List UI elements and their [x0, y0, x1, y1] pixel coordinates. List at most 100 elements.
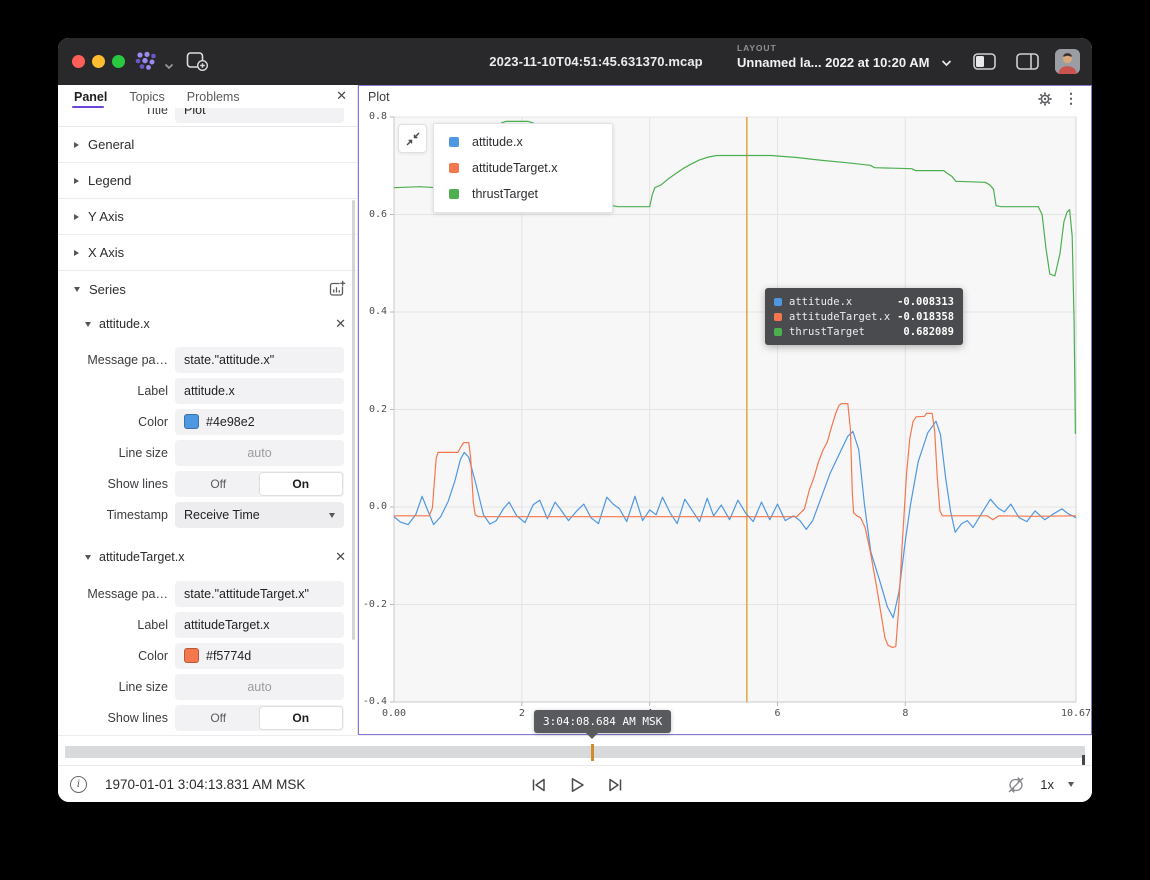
kebab-menu-icon[interactable]: ⋮ — [1064, 90, 1078, 107]
tab-problems[interactable]: Problems — [187, 90, 240, 104]
legend-item-attitude-target-x[interactable]: attitudeTarget.x — [434, 155, 612, 181]
section-y-axis[interactable]: Y Axis — [58, 199, 357, 235]
tooltip-swatch — [774, 298, 782, 306]
add-panel-icon[interactable] — [186, 51, 209, 77]
tooltip-swatch — [774, 313, 782, 321]
show-lines-off-button[interactable]: Off — [177, 707, 260, 729]
plot-legend: attitude.x attitudeTarget.x thrustTarget — [433, 123, 613, 213]
tooltip-swatch — [774, 328, 782, 336]
field-row: Label attitude.x — [58, 375, 357, 406]
show-lines-on-button[interactable]: On — [260, 473, 343, 495]
field-row: Show lines Off On — [58, 468, 357, 499]
tab-topics[interactable]: Topics — [129, 90, 164, 104]
info-icon[interactable]: i — [70, 776, 87, 793]
timeline-playhead[interactable] — [591, 744, 594, 761]
show-lines-toggle: Off On — [175, 471, 344, 497]
series-header-attitude-target-x[interactable]: attitudeTarget.x ✕ — [58, 542, 357, 572]
series-line-attitude.x — [394, 421, 1076, 618]
seek-time-tooltip: 3:04:08.684 AM MSK — [534, 710, 671, 733]
field-row: Color #4e98e2 — [58, 406, 357, 437]
tab-panel[interactable]: Panel — [74, 90, 107, 104]
layout-label: LAYOUT — [737, 44, 952, 53]
section-legend[interactable]: Legend — [58, 163, 357, 199]
collapse-legend-icon[interactable] — [398, 124, 427, 153]
right-sidebar-toggle-icon[interactable] — [1016, 53, 1039, 75]
section-general[interactable]: General — [58, 127, 357, 163]
x-axis-labels: 0.00246810.67 — [394, 708, 1076, 722]
series-header-attitude-x[interactable]: attitude.x ✕ — [58, 309, 357, 339]
speed-dropdown-icon[interactable] — [1068, 782, 1074, 787]
title-field-input[interactable]: Plot — [175, 108, 344, 123]
legend-swatch — [449, 163, 459, 173]
sidebar-tab-bar: Panel Topics Problems ✕ — [58, 85, 357, 108]
add-series-icon[interactable] — [329, 280, 346, 297]
caret-right-icon — [74, 250, 79, 256]
layout-chevron-icon — [941, 59, 952, 67]
message-path-input[interactable]: state."attitudeTarget.x" — [175, 581, 344, 607]
screen-background: 2023-11-10T04:51:45.631370.mcap LAYOUT U… — [0, 0, 1150, 880]
title-field-label: Title — [58, 108, 175, 117]
user-avatar[interactable] — [1055, 49, 1080, 74]
section-series[interactable]: Series — [58, 271, 357, 307]
timestamp-select[interactable]: Receive Time — [175, 502, 344, 528]
title-bar: 2023-11-10T04:51:45.631370.mcap LAYOUT U… — [58, 38, 1092, 85]
show-lines-on-button[interactable]: On — [260, 707, 343, 729]
tooltip-row: attitudeTarget.x -0.018358 — [774, 309, 954, 324]
playback-controls-bar: i 1970-01-01 3:04:13.831 AM MSK — [58, 765, 1092, 802]
app-window: 2023-11-10T04:51:45.631370.mcap LAYOUT U… — [58, 38, 1092, 802]
layout-selector[interactable]: LAYOUT Unnamed la... 2022 at 10:20 AM — [737, 44, 952, 71]
plot-panel: Plot ⋮ 0.80.60.40.2 — [358, 85, 1092, 735]
play-icon[interactable] — [569, 776, 586, 794]
color-swatch[interactable] — [184, 648, 199, 663]
line-size-input[interactable]: auto — [175, 674, 344, 700]
settings-sidebar: Panel Topics Problems ✕ Title Plot Gener… — [58, 85, 358, 735]
timeline-area — [58, 735, 1092, 765]
caret-down-icon — [85, 322, 91, 327]
field-row: Message pa… state."attitudeTarget.x" — [58, 578, 357, 609]
show-lines-toggle: Off On — [175, 705, 344, 731]
show-lines-off-button[interactable]: Off — [177, 473, 260, 495]
field-row: Show lines Off On — [58, 702, 357, 733]
series-color-input[interactable]: #f5774d — [175, 643, 344, 669]
caret-right-icon — [74, 142, 79, 148]
data-source-filename[interactable]: 2023-11-10T04:51:45.631370.mcap — [489, 54, 702, 69]
remove-series-icon[interactable]: ✕ — [335, 316, 346, 332]
tooltip-row: attitude.x -0.008313 — [774, 294, 954, 309]
plot-hover-tooltip: attitude.x -0.008313 attitudeTarget.x -0… — [765, 288, 963, 345]
caret-down-icon — [85, 555, 91, 560]
seek-forward-icon[interactable] — [607, 776, 625, 794]
foxglove-logo-icon[interactable] — [134, 51, 160, 76]
field-row: Message pa… state."attitude.x" — [58, 344, 357, 375]
message-path-input[interactable]: state."attitude.x" — [175, 347, 344, 373]
section-x-axis[interactable]: X Axis — [58, 235, 357, 271]
loop-disabled-icon[interactable] — [1006, 776, 1026, 794]
caret-right-icon — [74, 214, 79, 220]
field-row: Color #f5774d — [58, 640, 357, 671]
line-size-input[interactable]: auto — [175, 440, 344, 466]
seek-backward-icon[interactable] — [530, 776, 548, 794]
sidebar-close-icon[interactable]: ✕ — [336, 88, 347, 104]
close-window-button[interactable] — [72, 55, 85, 68]
tooltip-caret — [586, 733, 598, 739]
timeline-scrubber[interactable] — [65, 746, 1085, 758]
legend-item-attitude-x[interactable]: attitude.x — [434, 129, 612, 155]
caret-down-icon — [74, 287, 80, 292]
data-source-chevron-icon[interactable] — [164, 57, 174, 75]
color-swatch[interactable] — [184, 414, 199, 429]
left-sidebar-toggle-icon[interactable] — [973, 53, 996, 75]
legend-swatch — [449, 189, 459, 199]
series-label-input[interactable]: attitude.x — [175, 378, 344, 404]
field-row: Line size auto — [58, 437, 357, 468]
playback-speed[interactable]: 1x — [1040, 777, 1054, 792]
tooltip-row: thrustTarget 0.682089 — [774, 324, 954, 339]
minimize-window-button[interactable] — [92, 55, 105, 68]
remove-series-icon[interactable]: ✕ — [335, 549, 346, 565]
legend-item-thrust-target[interactable]: thrustTarget — [434, 181, 612, 207]
panel-title-row-clipped: Title Plot — [58, 108, 357, 127]
field-row: Label attitudeTarget.x — [58, 609, 357, 640]
series-color-input[interactable]: #4e98e2 — [175, 409, 344, 435]
series-label-input[interactable]: attitudeTarget.x — [175, 612, 344, 638]
settings-gear-icon[interactable] — [1038, 92, 1052, 106]
maximize-window-button[interactable] — [112, 55, 125, 68]
sidebar-scrollbar[interactable] — [352, 200, 355, 640]
